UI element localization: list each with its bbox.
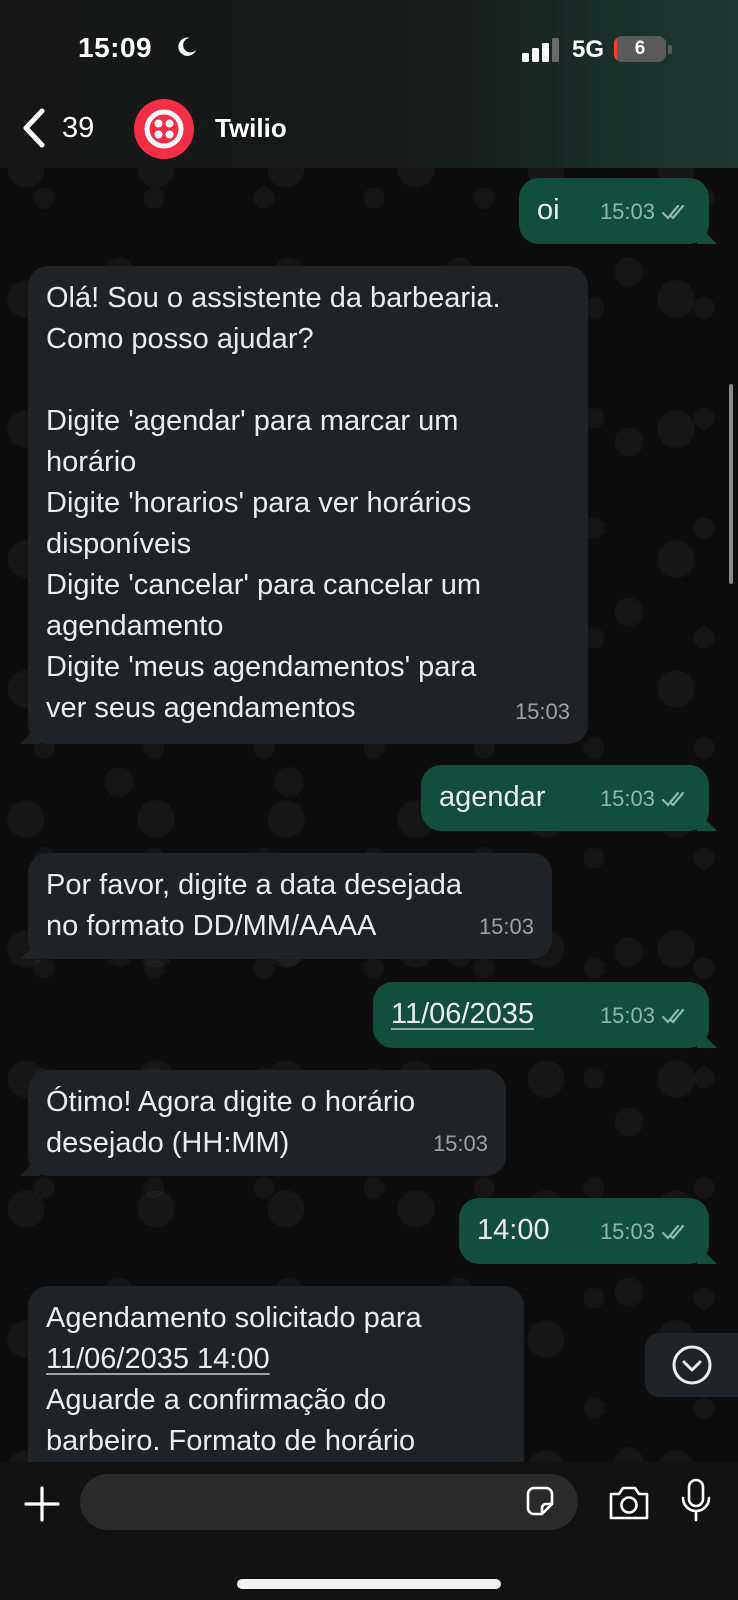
network-label: 5G	[572, 36, 605, 63]
plus-icon[interactable]	[22, 1484, 62, 1524]
chevron-left-icon	[23, 108, 45, 148]
message-time: 15:03	[599, 199, 655, 224]
message-outgoing[interactable]: 11/06/2035 15:03	[373, 982, 709, 1048]
message-time: 15:03	[514, 699, 570, 724]
twilio-logo-icon	[144, 109, 184, 149]
unread-count: 39	[62, 111, 95, 144]
message-meta: 15:03	[600, 1211, 691, 1252]
message-outgoing[interactable]: agendar 15:03	[421, 765, 709, 831]
microphone-icon[interactable]	[680, 1478, 712, 1524]
message-text: Agendamento solicitado para	[46, 1302, 422, 1334]
battery-icon: 6	[614, 36, 672, 62]
message-incoming[interactable]: Agendamento solicitado para 11/06/2035 1…	[28, 1286, 524, 1486]
home-indicator[interactable]	[237, 1579, 501, 1589]
contact-name[interactable]: Twilio	[215, 113, 287, 144]
message-incoming[interactable]: Por favor, digite a data desejada no for…	[28, 853, 552, 959]
status-time: 15:09	[78, 32, 153, 63]
message-text: Olá! Sou o assistente da barbearia. Como…	[46, 282, 501, 724]
back-button[interactable]: 39	[18, 104, 94, 152]
top-bar: 15:09 5G 6 39 Twilio	[0, 0, 738, 168]
message-input[interactable]	[80, 1474, 578, 1530]
chevron-down-icon	[672, 1345, 711, 1385]
camera-icon[interactable]	[607, 1484, 651, 1522]
message-meta: 15:03	[600, 778, 691, 819]
double-check-icon	[661, 1224, 685, 1240]
double-check-icon	[661, 1008, 685, 1024]
signal-icon	[522, 38, 559, 62]
message-text: Por favor, digite a data desejada no for…	[46, 869, 462, 942]
message-time: 15:03	[478, 914, 534, 939]
message-text: Ótimo! Agora digite o horário desejado (…	[46, 1086, 416, 1159]
scrollbar[interactable]	[729, 384, 733, 584]
message-text-datetime-link[interactable]: 11/06/2035 14:00	[46, 1339, 270, 1380]
double-check-icon	[661, 791, 685, 807]
message-incoming[interactable]: Olá! Sou o assistente da barbearia. Como…	[28, 266, 588, 744]
scroll-to-bottom-button[interactable]	[645, 1333, 738, 1397]
sticker-icon[interactable]	[522, 1484, 558, 1520]
message-meta: 15:03	[600, 995, 691, 1036]
message-meta: 15:03	[433, 1123, 488, 1164]
moon-icon	[178, 37, 197, 56]
message-time: 15:03	[432, 1131, 488, 1156]
avatar[interactable]	[134, 99, 194, 159]
message-time: 15:03	[599, 1003, 655, 1028]
message-time: 15:03	[599, 1219, 655, 1244]
double-check-icon	[661, 204, 685, 220]
message-outgoing[interactable]: 14:00 15:03	[459, 1198, 709, 1264]
message-meta: 15:03	[600, 191, 691, 232]
battery-level: 6	[634, 38, 646, 59]
message-meta: 15:03	[515, 691, 570, 732]
message-time: 15:03	[599, 786, 655, 811]
message-outgoing[interactable]: oi 15:03	[519, 178, 709, 244]
message-text: Aguarde a confirmação do barbeiro. Forma…	[46, 1384, 416, 1457]
message-meta: 15:03	[479, 906, 534, 947]
message-incoming[interactable]: Ótimo! Agora digite o horário desejado (…	[28, 1070, 506, 1176]
